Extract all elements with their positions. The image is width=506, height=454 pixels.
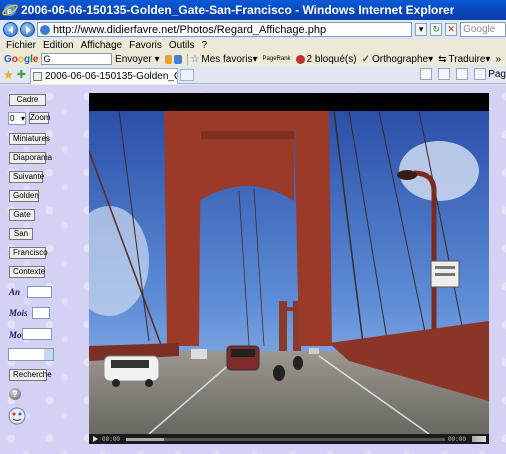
tab-current-page[interactable]: 2006-06-06-150135-Golden_Gate-... xyxy=(29,67,178,84)
svg-text:e: e xyxy=(7,6,12,17)
feeds-icon[interactable] xyxy=(438,68,451,80)
help-icon[interactable]: ? xyxy=(9,388,21,400)
address-field[interactable]: http://www.didierfavre.net/Photos/Regard… xyxy=(36,22,413,37)
play-icon[interactable] xyxy=(93,436,99,442)
popup-blocker-button[interactable]: 2 bloqué(s) xyxy=(295,53,357,65)
duration-time: 00:00 xyxy=(447,435,466,443)
month-input[interactable] xyxy=(32,307,50,319)
page-menu-icon[interactable] xyxy=(474,68,487,80)
keyword-input[interactable] xyxy=(22,328,52,340)
print-icon[interactable] xyxy=(456,68,469,80)
page-content: Cadre 0 Zoom Miniatures Diaporama Suivan… xyxy=(0,85,506,454)
zoom-select[interactable]: 0 xyxy=(8,112,26,125)
mes-favoris-button[interactable]: ☆ Mes favoris ▾ xyxy=(190,54,257,65)
bookmark-icon[interactable] xyxy=(174,54,182,64)
menu-item-favoris[interactable]: Favoris xyxy=(129,40,162,51)
recherche-button[interactable]: Recherche xyxy=(9,369,52,381)
mascot-icon[interactable] xyxy=(8,407,26,425)
date-select[interactable] xyxy=(8,348,54,361)
seek-bar[interactable] xyxy=(126,437,445,441)
window-titlebar: e 2006-06-06-150135-Golden_Gate-San-Fran… xyxy=(0,0,506,20)
contexte-button[interactable]: Contexte xyxy=(9,266,45,278)
golden-gate-bridge-video-frame xyxy=(89,111,489,434)
favorites-star-icon[interactable]: ★ xyxy=(3,68,14,82)
cadre-button[interactable]: Cadre xyxy=(9,94,46,106)
tab-label: 2006-06-06-150135-Golden_Gate-... xyxy=(44,70,177,82)
search-input[interactable]: Google xyxy=(460,22,506,37)
page-tab-icon xyxy=(32,71,42,81)
star-icon: ☆ xyxy=(190,53,200,65)
share-icon[interactable] xyxy=(164,54,173,64)
menu-item-help[interactable]: ? xyxy=(201,40,207,51)
envoyer-button[interactable]: Envoyer ▾ xyxy=(115,54,160,65)
page-icon xyxy=(39,24,50,35)
menu-bar: Fichier Edition Affichage Favoris Outils… xyxy=(0,39,506,52)
san-button[interactable]: San xyxy=(9,228,33,240)
command-bar: Pag xyxy=(414,68,506,80)
forward-button[interactable] xyxy=(19,22,35,37)
diaporama-button[interactable]: Diaporama xyxy=(9,152,52,164)
tab-bar: ★ ✚ 2006-06-06-150135-Golden_Gate-... Pa… xyxy=(0,66,506,84)
year-label: An xyxy=(9,287,21,297)
google-logo[interactable]: Google xyxy=(4,54,38,65)
orthographe-button[interactable]: ✓ Orthographe ▾ xyxy=(362,54,434,65)
envoyer-label: Envoyer xyxy=(115,53,152,65)
back-button[interactable] xyxy=(3,22,18,37)
menu-item-fichier[interactable]: Fichier xyxy=(6,40,36,51)
popup-blocked-icon xyxy=(295,54,305,64)
google-search-input[interactable]: G xyxy=(41,53,113,65)
mes-favoris-label: Mes favoris xyxy=(201,53,253,65)
menu-item-edition[interactable]: Edition xyxy=(43,40,74,51)
address-toolbar: http://www.didierfavre.net/Photos/Regard… xyxy=(0,20,506,39)
golden-button[interactable]: Golden xyxy=(9,190,39,202)
traduire-label: Traduire xyxy=(448,53,486,65)
miniatures-button[interactable]: Miniatures xyxy=(9,133,50,145)
menu-item-outils[interactable]: Outils xyxy=(169,40,195,51)
volume-slider[interactable] xyxy=(472,436,486,442)
month-label: Mois xyxy=(9,308,28,318)
page-menu-label[interactable]: Pag xyxy=(488,69,506,80)
address-url: http://www.didierfavre.net/Photos/Regard… xyxy=(52,23,327,36)
refresh-button[interactable]: ↻ xyxy=(430,23,443,36)
seek-bar-progress xyxy=(126,437,165,441)
orthographe-label: Orthographe xyxy=(371,53,429,65)
suivante-button[interactable]: Suivante xyxy=(9,171,44,183)
google-toolbar: Google G Envoyer ▾ ☆ Mes favoris ▾ PageRan… xyxy=(0,52,506,66)
home-icon[interactable] xyxy=(420,68,433,80)
popup-blocked-label: 2 bloqué(s) xyxy=(306,53,357,65)
pagerank-indicator[interactable]: PageRank xyxy=(263,56,291,62)
video-player[interactable]: 00:00 00:00 xyxy=(89,93,489,444)
zoom-button[interactable]: Zoom xyxy=(29,112,50,124)
video-controls: 00:00 00:00 xyxy=(89,434,489,444)
pagerank-label: PageRank xyxy=(262,56,291,62)
gate-button[interactable]: Gate xyxy=(9,209,35,221)
francisco-button[interactable]: Francisco xyxy=(9,247,48,259)
elapsed-time: 00:00 xyxy=(102,435,121,443)
new-tab-button[interactable] xyxy=(179,68,194,81)
traduire-button[interactable]: ⇆ Traduire ▾ xyxy=(438,54,490,65)
stop-button[interactable]: ✕ xyxy=(445,23,458,36)
spellcheck-icon: ✓ xyxy=(361,53,370,65)
year-input[interactable] xyxy=(27,286,52,298)
translate-icon: ⇆ xyxy=(438,53,447,65)
toolbar-separator xyxy=(186,53,188,65)
internet-explorer-icon: e xyxy=(2,4,18,17)
window-title: 2006-06-06-150135-Golden_Gate-San-Franci… xyxy=(21,3,455,17)
add-favorite-icon[interactable]: ✚ xyxy=(17,68,26,81)
address-dropdown-button[interactable]: ▾ xyxy=(415,23,428,36)
menu-item-affichage[interactable]: Affichage xyxy=(81,40,123,51)
toolbar-overflow-button[interactable]: » xyxy=(495,54,501,65)
